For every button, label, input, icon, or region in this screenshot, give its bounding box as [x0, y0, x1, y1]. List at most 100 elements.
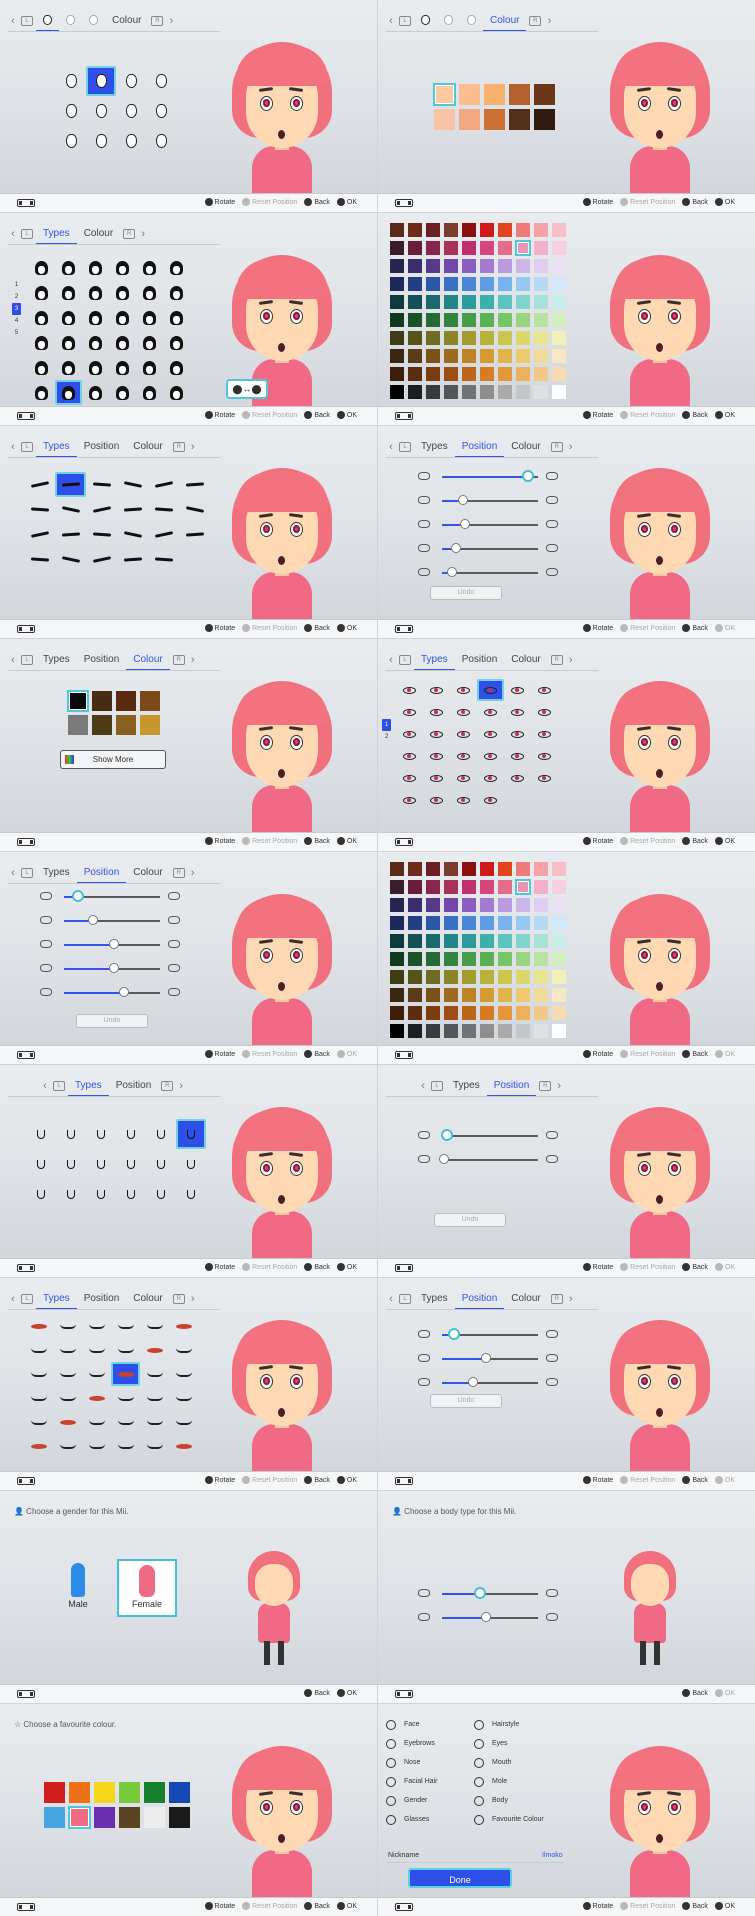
- nose-option[interactable]: [176, 1179, 206, 1209]
- eye-option[interactable]: [423, 679, 450, 701]
- eye-colour-swatch[interactable]: [496, 860, 514, 878]
- rotate-button[interactable]: Rotate: [204, 411, 235, 419]
- hair-colour-swatch[interactable]: [514, 221, 532, 239]
- eye-colour-swatch[interactable]: [532, 860, 550, 878]
- menu-item[interactable]: Eyebrows: [386, 1737, 474, 1750]
- reset-position-button[interactable]: Reset Position: [620, 1476, 675, 1484]
- eyebrow-option[interactable]: [117, 522, 148, 547]
- mii-full-body-preview[interactable]: [618, 1551, 682, 1671]
- nose-option[interactable]: [86, 1149, 116, 1179]
- rotate-button[interactable]: Rotate: [204, 1263, 235, 1271]
- rotate-button[interactable]: Rotate: [582, 1902, 613, 1910]
- mii-preview[interactable]: [222, 1308, 342, 1484]
- eye-colour-swatch[interactable]: [550, 968, 568, 986]
- mii-preview[interactable]: [600, 1308, 720, 1484]
- back-button[interactable]: Back: [304, 1689, 330, 1697]
- done-button[interactable]: Done: [408, 1868, 512, 1888]
- eye-colour-swatch[interactable]: [424, 878, 442, 896]
- hair-colour-swatch[interactable]: [514, 311, 532, 329]
- eye-colour-swatch[interactable]: [514, 950, 532, 968]
- hair-colour-swatch[interactable]: [496, 239, 514, 257]
- eye-colour-swatch[interactable]: [424, 1022, 442, 1040]
- eye-colour-swatch[interactable]: [442, 914, 460, 932]
- tab-types[interactable]: Types: [68, 1078, 109, 1097]
- tab-left-arrow-icon[interactable]: ‹: [386, 654, 396, 666]
- tab-colour[interactable]: Colour: [77, 226, 120, 242]
- hair-colour-swatch[interactable]: [550, 221, 568, 239]
- eye-colour-swatch[interactable]: [532, 950, 550, 968]
- eye-colour-swatch[interactable]: [532, 878, 550, 896]
- hair-colour-swatch[interactable]: [406, 257, 424, 275]
- eyebrow-colour-swatch[interactable]: [114, 713, 138, 737]
- eye-colour-swatch[interactable]: [460, 914, 478, 932]
- eye-colour-swatch[interactable]: [496, 1004, 514, 1022]
- rotate-button[interactable]: Rotate: [204, 1476, 235, 1484]
- mouth-option[interactable]: [53, 1434, 82, 1458]
- skin-colour-swatch[interactable]: [482, 107, 507, 132]
- hairstyle-option[interactable]: [109, 355, 136, 380]
- eye-option[interactable]: [477, 701, 504, 723]
- hair-colour-swatch[interactable]: [460, 239, 478, 257]
- eyebrow-option[interactable]: [55, 497, 86, 522]
- hair-colour-swatch[interactable]: [406, 221, 424, 239]
- face-shape-option[interactable]: [56, 66, 86, 96]
- hairstyle-option[interactable]: [109, 255, 136, 280]
- rotate-button[interactable]: Rotate: [204, 624, 235, 632]
- tab-types[interactable]: Types: [414, 439, 455, 455]
- rotate-button[interactable]: Rotate: [204, 1902, 235, 1910]
- hair-colour-swatch[interactable]: [496, 347, 514, 365]
- slider-track[interactable]: [442, 1159, 538, 1161]
- face-shape-option[interactable]: [86, 66, 116, 96]
- tab-colour[interactable]: Colour: [126, 865, 169, 881]
- tab-icon-face[interactable]: [414, 13, 437, 29]
- eyebrow-option[interactable]: [55, 547, 86, 572]
- eye-colour-swatch[interactable]: [388, 896, 406, 914]
- hair-colour-swatch[interactable]: [406, 347, 424, 365]
- slider-knob[interactable]: [447, 1328, 460, 1340]
- tab-right-arrow-icon[interactable]: ›: [138, 228, 148, 240]
- skin-colour-swatch[interactable]: [532, 82, 557, 107]
- reset-position-button[interactable]: Reset Position: [242, 411, 297, 419]
- ok-button[interactable]: OK: [714, 1689, 735, 1697]
- tab-right-arrow-icon[interactable]: ›: [166, 15, 176, 27]
- hair-colour-swatch[interactable]: [442, 275, 460, 293]
- page-number[interactable]: 5: [12, 327, 21, 339]
- tab-left-arrow-icon[interactable]: ‹: [8, 228, 18, 240]
- reset-position-button[interactable]: Reset Position: [242, 1050, 297, 1058]
- eye-colour-swatch[interactable]: [406, 1004, 424, 1022]
- favourite-colour-swatch[interactable]: [67, 1780, 92, 1805]
- eye-option[interactable]: [477, 745, 504, 767]
- back-button[interactable]: Back: [304, 198, 330, 206]
- mouth-option[interactable]: [82, 1362, 111, 1386]
- hairstyle-option[interactable]: [82, 305, 109, 330]
- hair-colour-swatch[interactable]: [460, 383, 478, 401]
- eye-colour-swatch[interactable]: [406, 986, 424, 1004]
- ok-button[interactable]: OK: [714, 624, 735, 632]
- hair-colour-swatch[interactable]: [460, 347, 478, 365]
- hairstyle-option[interactable]: [82, 255, 109, 280]
- nose-option[interactable]: [26, 1149, 56, 1179]
- back-button[interactable]: Back: [304, 837, 330, 845]
- hairstyle-option[interactable]: [82, 380, 109, 405]
- eyebrow-colour-swatch[interactable]: [114, 689, 138, 713]
- eye-colour-swatch[interactable]: [478, 860, 496, 878]
- eye-colour-swatch[interactable]: [460, 860, 478, 878]
- tab-colour[interactable]: Colour: [105, 13, 148, 29]
- eye-colour-swatch[interactable]: [550, 932, 568, 950]
- menu-item[interactable]: Body: [474, 1794, 562, 1807]
- tab-right-arrow-icon[interactable]: ›: [188, 1293, 198, 1305]
- mouth-option[interactable]: [140, 1434, 169, 1458]
- reset-position-button[interactable]: Reset Position: [620, 198, 675, 206]
- eye-colour-swatch[interactable]: [514, 932, 532, 950]
- hair-colour-swatch[interactable]: [550, 347, 568, 365]
- hairstyle-option[interactable]: [55, 305, 82, 330]
- mouth-option[interactable]: [24, 1410, 53, 1434]
- eye-option[interactable]: [450, 701, 477, 723]
- eyebrow-option[interactable]: [24, 472, 55, 497]
- slider-knob[interactable]: [458, 495, 469, 505]
- nose-option[interactable]: [86, 1119, 116, 1149]
- ok-button[interactable]: OK: [714, 411, 735, 419]
- tab-icon-makeup[interactable]: [82, 13, 105, 29]
- eyebrow-option[interactable]: [86, 472, 117, 497]
- mii-preview[interactable]: [600, 243, 720, 419]
